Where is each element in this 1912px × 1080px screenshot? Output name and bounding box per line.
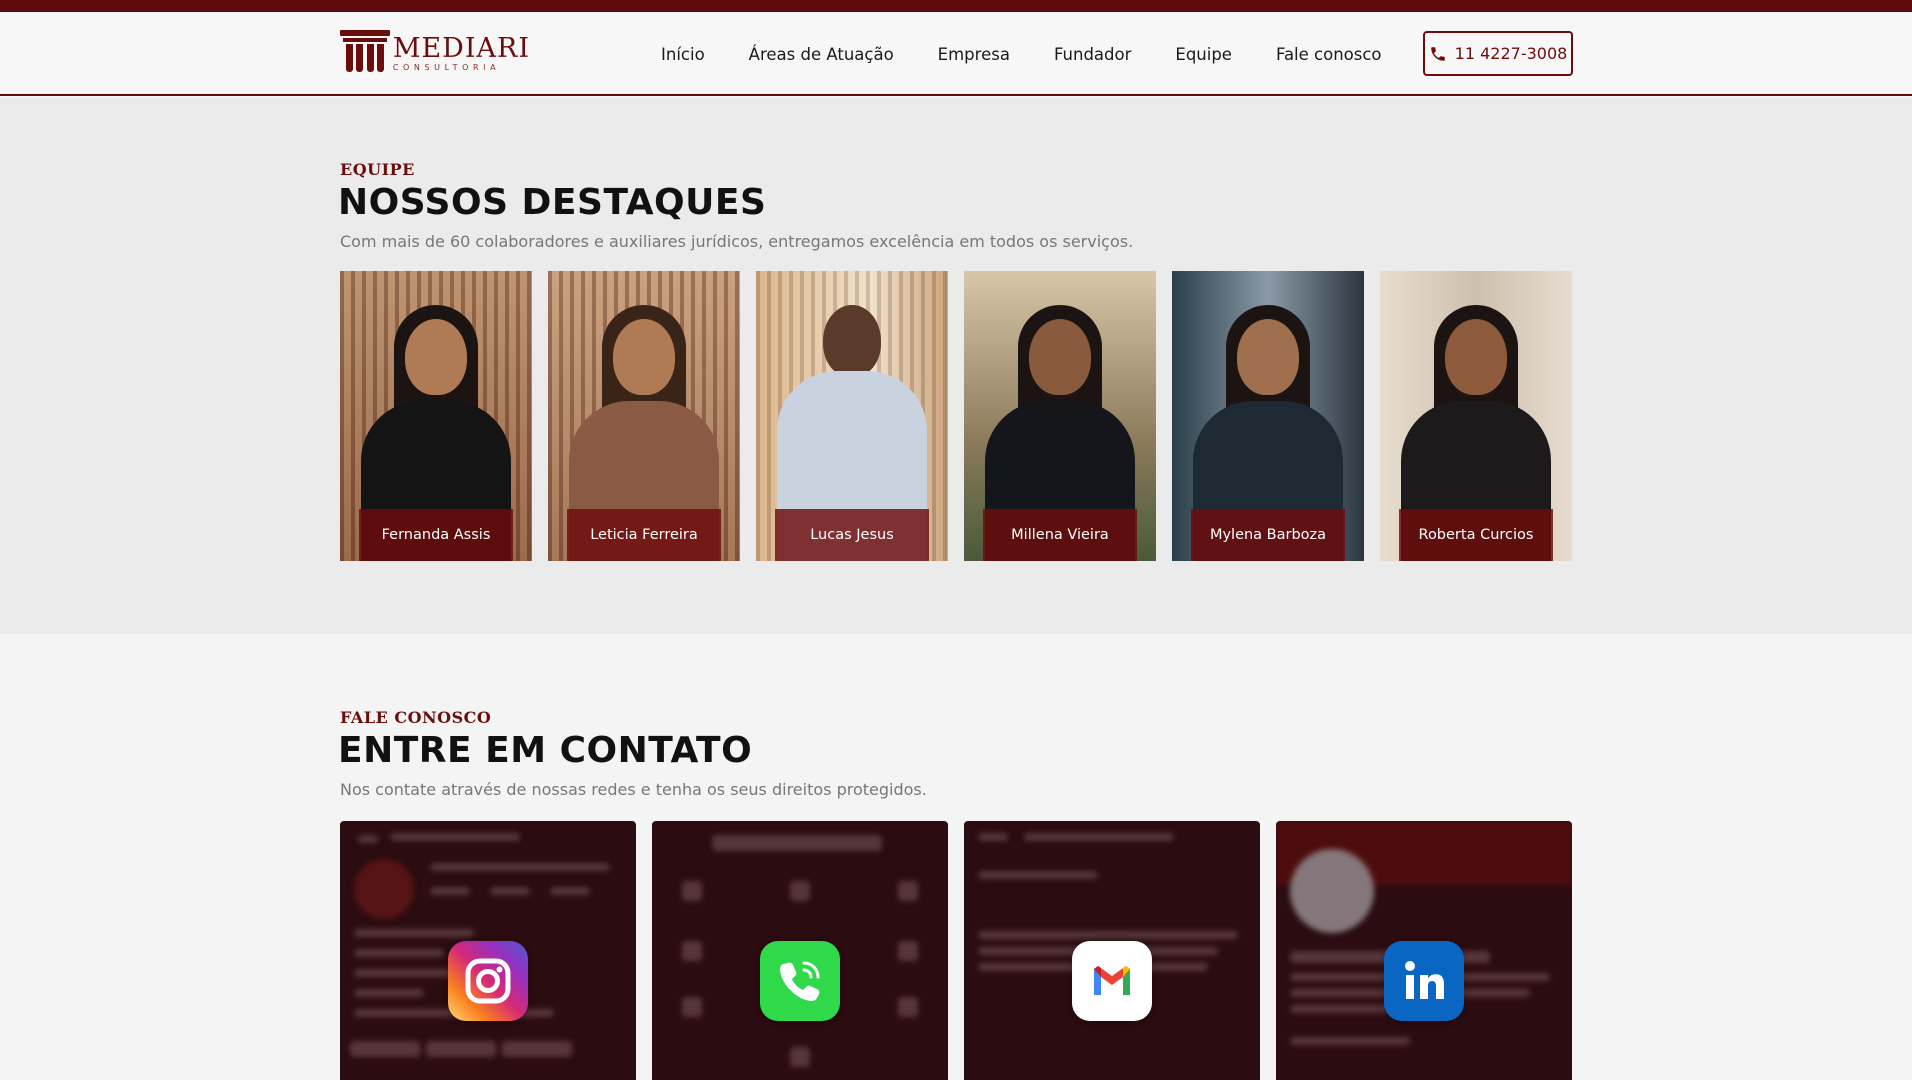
brand-name: MEDIARI: [392, 33, 530, 64]
site-header: MEDIARI CONSULTORIA Início Áreas de Atua…: [0, 12, 1912, 96]
contact-kicker: FALE CONOSCO: [340, 708, 492, 727]
instagram-icon: [448, 941, 528, 1021]
team-cards: Fernanda Assis Leticia Ferreira Lucas Je…: [340, 271, 1572, 561]
phone-icon: [1430, 46, 1445, 61]
team-kicker: EQUIPE: [340, 160, 415, 179]
email-tile[interactable]: [964, 821, 1260, 1080]
team-card[interactable]: Leticia Ferreira: [548, 271, 740, 561]
member-name: Lucas Jesus: [775, 509, 929, 561]
nav-empresa[interactable]: Empresa: [938, 45, 1010, 64]
team-card[interactable]: Millena Vieira: [964, 271, 1156, 561]
nav-fale-conosco[interactable]: Fale conosco: [1276, 45, 1382, 64]
team-title: NOSSOS DESTAQUES: [338, 182, 767, 223]
phone-tile[interactable]: [652, 821, 948, 1080]
nav-equipe[interactable]: Equipe: [1175, 45, 1232, 64]
member-name: Leticia Ferreira: [567, 509, 721, 561]
nav-fundador[interactable]: Fundador: [1054, 45, 1131, 64]
member-name: Fernanda Assis: [359, 509, 513, 561]
member-name: Millena Vieira: [983, 509, 1137, 561]
nav-areas-de-atuacao[interactable]: Áreas de Atuação: [749, 45, 894, 64]
team-card[interactable]: Mylena Barboza: [1172, 271, 1364, 561]
main-nav: Início Áreas de Atuação Empresa Fundador…: [661, 12, 1382, 96]
instagram-tile[interactable]: [340, 821, 636, 1080]
contact-channels: [340, 821, 1572, 1080]
team-card[interactable]: Roberta Curcios: [1380, 271, 1572, 561]
linkedin-tile[interactable]: [1276, 821, 1572, 1080]
contact-description: Nos contate através de nossas redes e te…: [340, 780, 927, 799]
team-description: Com mais de 60 colaboradores e auxiliare…: [340, 232, 1134, 251]
column-logo-icon: [340, 28, 390, 80]
nav-inicio[interactable]: Início: [661, 45, 705, 64]
gmail-icon: [1072, 941, 1152, 1021]
team-card[interactable]: Fernanda Assis: [340, 271, 532, 561]
brand-logo[interactable]: MEDIARI CONSULTORIA: [340, 26, 530, 82]
phone-button[interactable]: 11 4227-3008: [1423, 31, 1573, 76]
member-name: Roberta Curcios: [1399, 509, 1553, 561]
phone-number: 11 4227-3008: [1454, 44, 1568, 63]
contact-title: ENTRE EM CONTATO: [338, 730, 753, 771]
linkedin-icon: [1384, 941, 1464, 1021]
brand-subtitle: CONSULTORIA: [392, 63, 501, 72]
top-accent-bar: [0, 0, 1912, 12]
contact-section: FALE CONOSCO ENTRE EM CONTATO Nos contat…: [0, 634, 1912, 1080]
team-card[interactable]: Lucas Jesus: [756, 271, 948, 561]
team-section: EQUIPE NOSSOS DESTAQUES Com mais de 60 c…: [0, 98, 1912, 634]
phone-call-icon: [760, 941, 840, 1021]
member-name: Mylena Barboza: [1191, 509, 1345, 561]
